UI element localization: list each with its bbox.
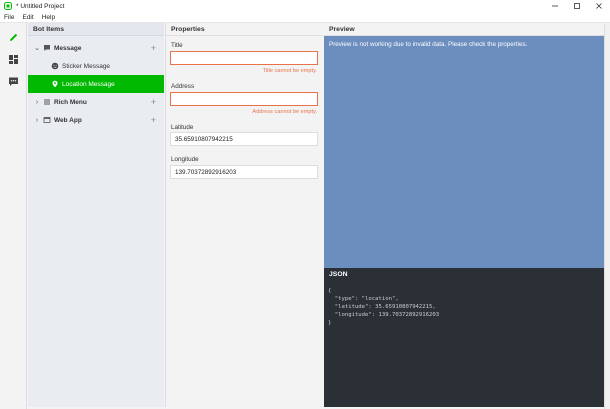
tree-item-label: Location Message (62, 80, 115, 88)
json-line: "latitude": 35.65910807942215, (328, 304, 436, 310)
scrollbar[interactable] (604, 23, 610, 409)
json-line: "type": "location", (328, 296, 399, 302)
tree-item-label: Message (54, 44, 82, 52)
json-line: { (328, 288, 332, 294)
address-error: Address cannot be empty. (252, 109, 317, 115)
address-label: Address (171, 83, 195, 90)
app-logo-icon (4, 2, 12, 10)
json-code: { "type": "location", "latitude": 35.659… (328, 287, 439, 327)
window-icon (42, 116, 51, 125)
chevron-right-icon[interactable]: › (32, 117, 42, 124)
add-rich-menu-icon[interactable]: + (151, 97, 156, 107)
maximize-icon[interactable] (566, 0, 588, 12)
title-label: Title (171, 42, 183, 49)
address-input[interactable] (170, 92, 318, 106)
title-error: Title cannot be empty. (262, 68, 317, 74)
preview-header: Preview (324, 23, 604, 36)
add-message-icon[interactable]: + (151, 43, 156, 53)
menu-help[interactable]: Help (38, 14, 59, 21)
json-line: } (328, 320, 332, 326)
tree-item-message[interactable]: ⌄ Message + (28, 39, 164, 57)
tree-item-label: Web App (54, 116, 82, 124)
tree-item-label: Sticker Message (62, 62, 111, 70)
preview-panel: Preview Preview is not working due to in… (324, 23, 604, 268)
chevron-right-icon[interactable]: › (32, 99, 42, 106)
preview-error-message: Preview is not working due to invalid da… (329, 41, 528, 48)
sticker-icon (50, 62, 59, 71)
tree-item-sticker-message[interactable]: Sticker Message (28, 57, 164, 75)
latitude-input[interactable]: 35.65910807942215 (170, 132, 318, 146)
menu-bar: File Edit Help (0, 12, 610, 23)
tree-item-label: Rich Menu (54, 98, 87, 106)
bot-items-header: Bot Items (28, 23, 164, 36)
title-bar: * Untitled Project (0, 0, 610, 12)
title-input[interactable] (170, 51, 318, 65)
json-line: "longitude": 139.70372892916203 (328, 312, 440, 318)
window-title: * Untitled Project (16, 2, 65, 10)
activity-bar (0, 23, 27, 409)
chat-icon[interactable] (6, 74, 20, 88)
menu-edit[interactable]: Edit (18, 14, 37, 21)
menu-file[interactable]: File (0, 14, 18, 21)
properties-panel: Properties Title Title cannot be empty. … (165, 23, 323, 407)
add-web-app-icon[interactable]: + (151, 115, 156, 125)
chevron-down-icon[interactable]: ⌄ (32, 44, 42, 52)
json-header: JSON (324, 268, 604, 281)
location-icon (50, 80, 59, 89)
tree-item-location-message[interactable]: Location Message (28, 75, 164, 93)
minimize-icon[interactable] (544, 0, 566, 12)
tree-item-web-app[interactable]: › Web App + (28, 111, 164, 129)
close-icon[interactable] (588, 0, 610, 12)
message-icon (42, 44, 51, 53)
latitude-label: Latitude (171, 124, 194, 131)
list-icon (42, 98, 51, 107)
properties-header: Properties (166, 23, 323, 36)
pencil-icon[interactable] (6, 30, 20, 44)
tree-item-rich-menu[interactable]: › Rich Menu + (28, 93, 164, 111)
longitude-input[interactable]: 139.70372892916203 (170, 165, 318, 179)
longitude-label: Longitude (171, 156, 199, 163)
dashboard-icon[interactable] (6, 52, 20, 66)
bot-items-panel: Bot Items ⌄ Message + Sticker Message Lo… (28, 23, 164, 407)
json-panel: JSON { "type": "location", "latitude": 3… (324, 268, 604, 407)
